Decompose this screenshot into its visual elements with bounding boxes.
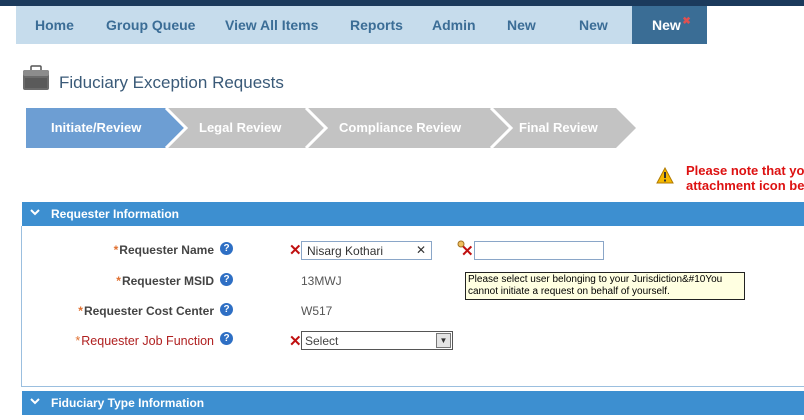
requester-lookup-input[interactable] bbox=[474, 241, 604, 260]
required-star: * bbox=[113, 243, 119, 257]
chevron-down-icon[interactable]: ▼ bbox=[436, 333, 451, 348]
requester-name-label: *Requester Name bbox=[114, 243, 214, 257]
required-star: * bbox=[116, 274, 121, 288]
chevron-down-icon[interactable] bbox=[30, 396, 40, 406]
main-nav: Home Group Queue View All Items Reports … bbox=[16, 6, 707, 44]
help-icon[interactable]: ? bbox=[220, 273, 233, 286]
help-icon[interactable]: ? bbox=[220, 242, 233, 255]
nav-new-active[interactable]: New ✖ bbox=[632, 6, 707, 44]
page-title: Fiduciary Exception Requests bbox=[59, 73, 284, 92]
error-x-icon: ✕ bbox=[461, 243, 474, 260]
job-function-select[interactable]: Select ▼ bbox=[301, 331, 453, 350]
requester-section-title: Requester Information bbox=[51, 207, 180, 221]
requester-msid-text: Requester MSID bbox=[121, 274, 214, 288]
requester-name-text: Requester Name bbox=[119, 243, 214, 257]
warning-icon bbox=[656, 167, 674, 184]
fiduciary-section-header[interactable]: Fiduciary Type Information bbox=[22, 391, 804, 415]
chevron-down-icon[interactable] bbox=[30, 207, 40, 217]
required-star: * bbox=[78, 304, 83, 318]
jurisdiction-tooltip: Please select user belonging to your Jur… bbox=[465, 272, 745, 300]
nav-group-queue[interactable]: Group Queue bbox=[106, 6, 195, 44]
job-function-selected: Select bbox=[305, 334, 339, 348]
briefcase-icon bbox=[23, 65, 49, 90]
requester-cost-center-label: *Requester Cost Center bbox=[78, 304, 214, 318]
requester-msid-value: 13MWJ bbox=[301, 274, 342, 288]
step-initiate-review[interactable]: Initiate/Review bbox=[51, 108, 141, 148]
notice-text: Please note that yo attachment icon be bbox=[686, 163, 804, 193]
clear-icon[interactable]: ✕ bbox=[416, 243, 426, 257]
notice-line-2: attachment icon be bbox=[686, 178, 804, 193]
fiduciary-section-title: Fiduciary Type Information bbox=[51, 396, 205, 410]
requester-msid-label: *Requester MSID bbox=[116, 274, 214, 288]
error-x-icon: ✕ bbox=[289, 333, 302, 350]
requester-job-function-label: *Requester Job Function bbox=[75, 334, 214, 348]
nav-admin[interactable]: Admin bbox=[432, 6, 476, 44]
requester-cost-center-text: Requester Cost Center bbox=[83, 304, 214, 318]
requester-section-header[interactable]: Requester Information bbox=[22, 202, 804, 226]
nav-new-2[interactable]: New bbox=[579, 6, 608, 44]
nav-reports[interactable]: Reports bbox=[350, 6, 403, 44]
requester-cost-center-value: W517 bbox=[301, 304, 333, 318]
requester-name-value: Nisarg Kothari bbox=[307, 244, 384, 258]
requester-name-input[interactable]: Nisarg Kothari ✕ bbox=[301, 241, 432, 260]
step-legal-review[interactable]: Legal Review bbox=[199, 108, 281, 148]
step-compliance-review[interactable]: Compliance Review bbox=[339, 108, 461, 148]
help-icon[interactable]: ? bbox=[220, 332, 233, 345]
error-x-icon: ✕ bbox=[289, 242, 302, 259]
nav-view-all-items[interactable]: View All Items bbox=[225, 6, 318, 44]
nav-new-1[interactable]: New bbox=[507, 6, 536, 44]
requester-job-function-text: Requester Job Function bbox=[81, 334, 214, 348]
workflow-steps: Initiate/Review Legal Review Compliance … bbox=[26, 108, 636, 148]
help-icon[interactable]: ? bbox=[220, 303, 233, 316]
nav-new-active-label: New bbox=[652, 17, 681, 33]
nav-home[interactable]: Home bbox=[35, 6, 74, 44]
required-star: * bbox=[75, 334, 81, 348]
close-tab-icon[interactable]: ✖ bbox=[682, 3, 690, 41]
step-final-review[interactable]: Final Review bbox=[519, 108, 598, 148]
notice-line-1: Please note that yo bbox=[686, 163, 804, 178]
